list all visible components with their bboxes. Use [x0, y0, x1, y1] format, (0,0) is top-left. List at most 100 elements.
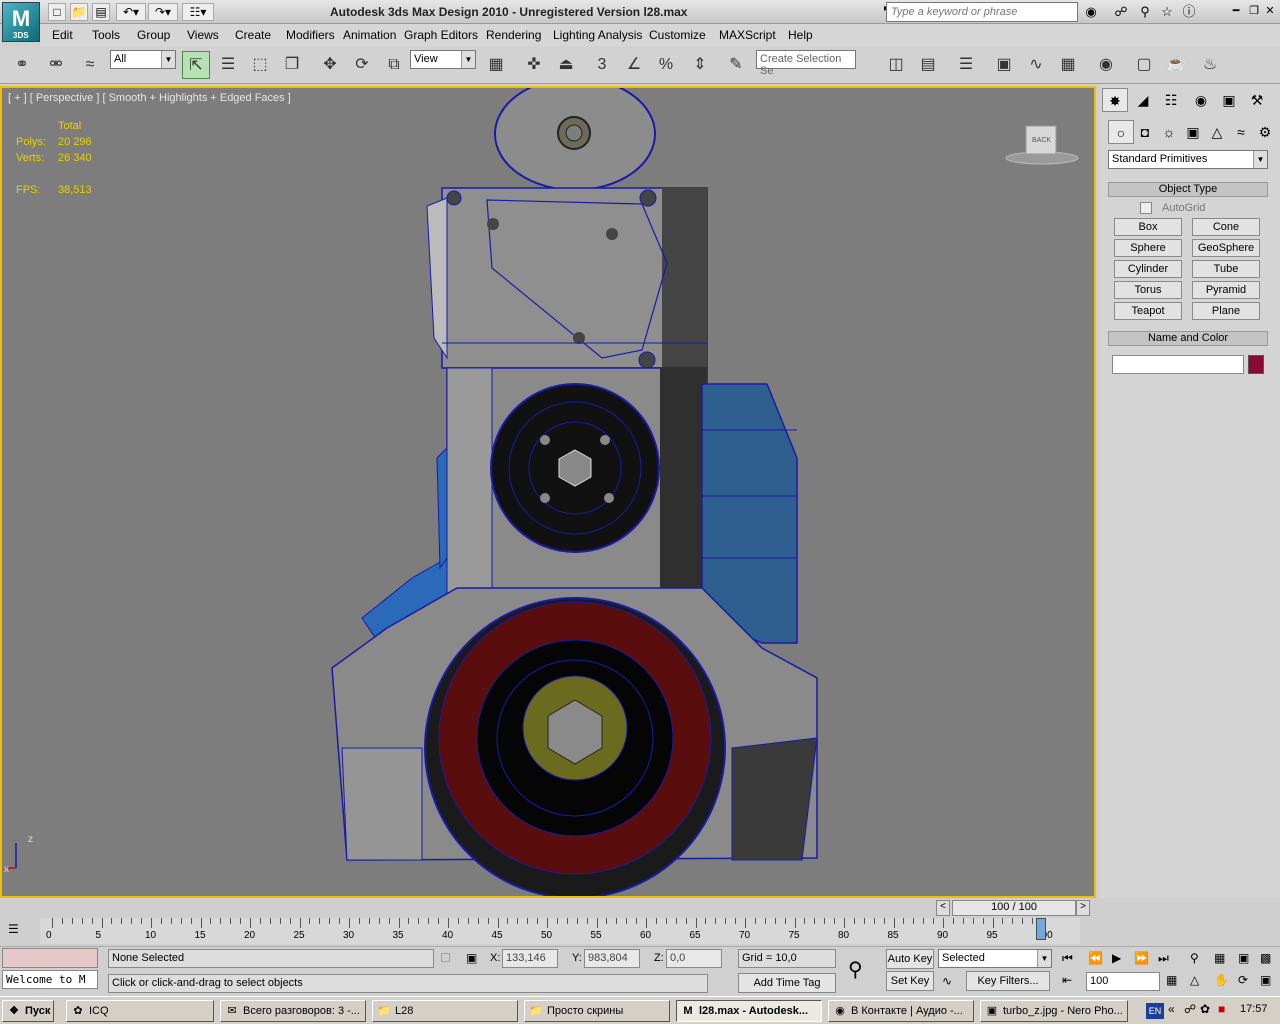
- snaps-toggle-icon[interactable]: 3: [588, 51, 616, 79]
- prev-frame-arrow-icon[interactable]: <: [936, 900, 950, 916]
- geosphere-button[interactable]: GeoSphere: [1192, 239, 1260, 257]
- language-indicator[interactable]: EN: [1146, 1003, 1164, 1019]
- reference-coordinate-dropdown[interactable]: View ▼: [410, 50, 476, 69]
- select-and-link-icon[interactable]: ⚭: [8, 51, 36, 79]
- new-file-icon[interactable]: □: [48, 3, 66, 21]
- time-configuration-icon[interactable]: ▦: [1166, 973, 1177, 987]
- search-input[interactable]: Type a keyword or phrase: [886, 2, 1078, 22]
- systems-icon[interactable]: ⚙: [1252, 120, 1278, 144]
- space-warps-icon[interactable]: ≈: [1228, 120, 1254, 144]
- window-crossing-icon[interactable]: ❐: [278, 51, 306, 79]
- taskbar-item-icq[interactable]: ✿ ICQ: [66, 1000, 214, 1022]
- go-to-end-icon[interactable]: ⏭: [1158, 951, 1169, 966]
- taskbar-item-screenshots-folder[interactable]: 📁 Просто скрины: [524, 1000, 670, 1022]
- rendered-frame-window-icon[interactable]: ☕: [1162, 51, 1190, 79]
- app-logo-icon[interactable]: M 3DS: [2, 2, 40, 42]
- menu-create[interactable]: Create: [235, 28, 271, 42]
- previous-frame-icon[interactable]: ⏪: [1088, 951, 1103, 965]
- sphere-button[interactable]: Sphere: [1114, 239, 1182, 257]
- help-icon[interactable]: ⓘ: [1180, 3, 1198, 21]
- torus-button[interactable]: Torus: [1114, 281, 1182, 299]
- taskbar-item-l28-folder[interactable]: 📁 L28: [372, 1000, 518, 1022]
- select-and-rotate-icon[interactable]: ⟳: [348, 51, 376, 79]
- teapot-button[interactable]: Teapot: [1114, 302, 1182, 320]
- bind-space-warp-icon[interactable]: ≈: [76, 51, 104, 79]
- mini-curve-editor-icon[interactable]: ☰: [8, 922, 32, 938]
- time-slider[interactable]: 100 / 100: [952, 900, 1076, 916]
- object-name-input[interactable]: [1112, 355, 1244, 374]
- select-object-icon[interactable]: ⇱: [182, 51, 210, 79]
- menu-help[interactable]: Help: [788, 28, 813, 42]
- geometry-icon[interactable]: ○: [1108, 120, 1134, 144]
- taskbar-item-nero[interactable]: ▣ turbo_z.jpg - Nero Pho...: [980, 1000, 1128, 1022]
- display-tab-icon[interactable]: ▣: [1216, 88, 1242, 112]
- autogrid-checkbox[interactable]: [1140, 202, 1152, 214]
- select-and-scale-icon[interactable]: ⧉: [380, 51, 408, 79]
- utilities-tab-icon[interactable]: ⚒: [1244, 88, 1270, 112]
- menu-customize[interactable]: Customize: [649, 28, 706, 42]
- menu-group[interactable]: Group: [137, 28, 170, 42]
- close-icon[interactable]: ✕: [1262, 4, 1278, 18]
- menu-graph-editors[interactable]: Graph Editors: [404, 28, 478, 42]
- field-of-view-icon[interactable]: △: [1190, 973, 1199, 987]
- menu-views[interactable]: Views: [187, 28, 219, 42]
- align-icon[interactable]: ▤: [914, 51, 942, 79]
- undo-icon[interactable]: ↶▾: [116, 3, 146, 21]
- object-color-swatch[interactable]: [1248, 355, 1264, 374]
- taskbar-item-3dsmax[interactable]: Ml28.max - Autodesk...: [676, 1000, 822, 1022]
- box-button[interactable]: Box: [1114, 218, 1182, 236]
- percent-snap-icon[interactable]: %: [652, 51, 680, 79]
- menu-animation[interactable]: Animation: [343, 28, 396, 42]
- tray-network-icon[interactable]: ☍: [1184, 1002, 1196, 1016]
- tray-expand-icon[interactable]: «: [1168, 1002, 1175, 1016]
- menu-tools[interactable]: Tools: [92, 28, 120, 42]
- angle-snap-icon[interactable]: ∠: [620, 51, 648, 79]
- favorites-star-icon[interactable]: ☆: [1158, 3, 1176, 21]
- track-bar[interactable]: 0510152025303540455055606570758085909510…: [40, 918, 1080, 944]
- taskbar-item-chat[interactable]: ✉ Всего разговоров: 3 -...: [220, 1000, 366, 1022]
- cone-button[interactable]: Cone: [1192, 218, 1260, 236]
- category-dropdown[interactable]: Standard Primitives ▼: [1108, 150, 1268, 169]
- tube-button[interactable]: Tube: [1192, 260, 1260, 278]
- current-frame-field[interactable]: 100: [1086, 972, 1160, 991]
- shapes-icon[interactable]: ◘: [1132, 120, 1158, 144]
- create-tab-icon[interactable]: ✸: [1102, 88, 1128, 112]
- menu-rendering[interactable]: Rendering: [486, 28, 541, 42]
- lock-selection-icon[interactable]: ☐: [440, 951, 451, 965]
- motion-tab-icon[interactable]: ◉: [1188, 88, 1214, 112]
- curve-editor-icon[interactable]: ∿: [1022, 51, 1050, 79]
- redo-icon[interactable]: ↷▾: [148, 3, 178, 21]
- add-time-tag-button[interactable]: Add Time Tag: [738, 973, 836, 993]
- selection-filter-dropdown[interactable]: All ▼: [110, 50, 176, 69]
- tray-antivirus-icon[interactable]: ■: [1218, 1002, 1225, 1016]
- zoom-extents-all-icon[interactable]: ▩: [1260, 951, 1271, 965]
- set-key-button[interactable]: Set Key: [886, 971, 934, 991]
- absolute-mode-icon[interactable]: ▣: [466, 951, 477, 965]
- minimize-icon[interactable]: ━: [1228, 4, 1244, 18]
- go-to-start-icon[interactable]: ⏮: [1062, 951, 1073, 966]
- viewport-label[interactable]: [ + ] [ Perspective ] [ Smooth + Highlig…: [8, 92, 291, 104]
- select-by-name-icon[interactable]: ☰: [214, 51, 242, 79]
- cameras-icon[interactable]: ▣: [1180, 120, 1206, 144]
- taskbar-item-browser[interactable]: ◉ В Контакте | Аудио -...: [828, 1000, 974, 1022]
- render-setup-icon[interactable]: ▢: [1130, 51, 1158, 79]
- named-selection-sets-input[interactable]: Create Selection Se: [756, 50, 856, 77]
- maxscript-listener-red[interactable]: [2, 948, 98, 968]
- zoom-icon[interactable]: ⚲: [1190, 951, 1199, 965]
- next-frame-arrow-icon[interactable]: >: [1076, 900, 1090, 916]
- open-file-icon[interactable]: 📁: [70, 3, 88, 21]
- orbit-icon[interactable]: ⟳: [1238, 973, 1248, 987]
- lights-icon[interactable]: ☼: [1156, 120, 1182, 144]
- auto-key-button[interactable]: Auto Key: [886, 949, 934, 969]
- engine-block-model[interactable]: [2, 88, 1094, 896]
- menu-lighting-analysis[interactable]: Lighting Analysis: [553, 28, 642, 42]
- maxscript-listener-input[interactable]: Welcome to M: [2, 970, 98, 989]
- default-tangent-icon[interactable]: ∿: [942, 974, 952, 988]
- mirror-icon[interactable]: ◫: [882, 51, 910, 79]
- modify-tab-icon[interactable]: ◢: [1130, 88, 1156, 112]
- key-mode-dropdown[interactable]: Selected ▼: [938, 949, 1052, 968]
- save-file-icon[interactable]: ▤: [92, 3, 110, 21]
- edit-named-selection-icon[interactable]: ✎: [722, 51, 750, 79]
- hierarchy-tab-icon[interactable]: ☷: [1158, 88, 1184, 112]
- communication-center-icon[interactable]: ⚲: [1136, 3, 1154, 21]
